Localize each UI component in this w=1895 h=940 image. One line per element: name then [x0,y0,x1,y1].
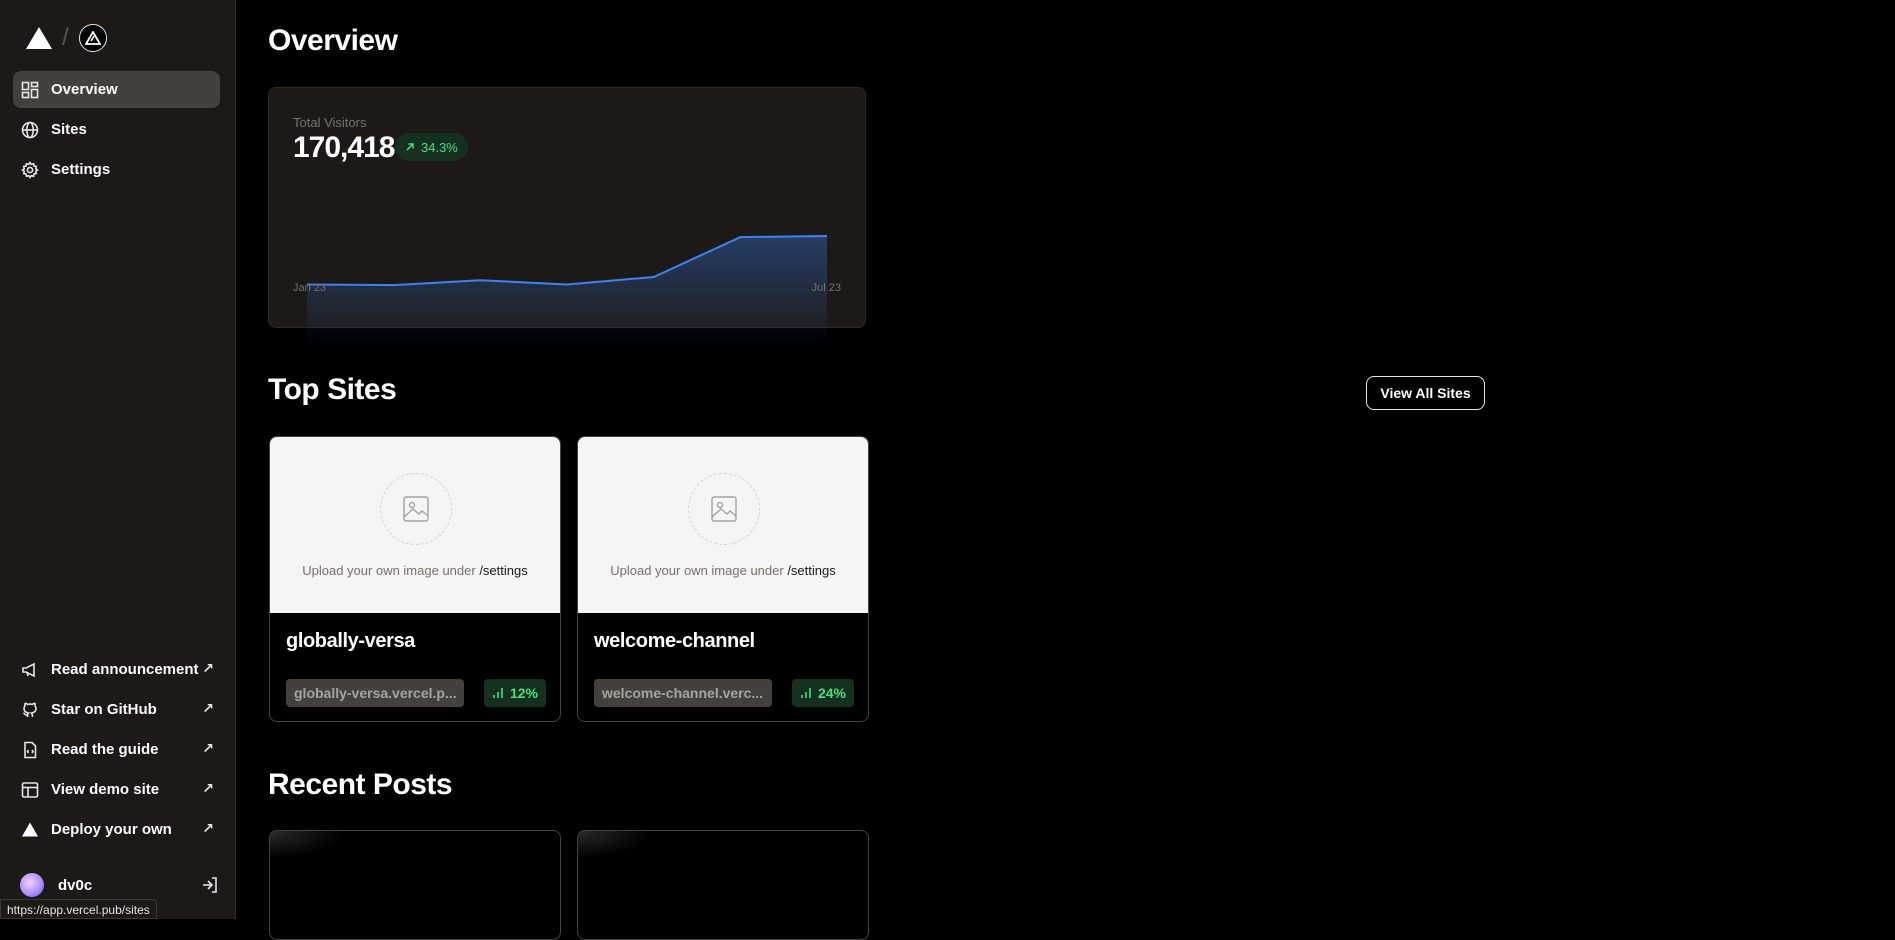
document-icon [21,741,39,759]
vercel-logo-icon[interactable] [26,27,52,49]
site-traffic-value: 24% [818,685,846,701]
section-title-recent-posts: Recent Posts [268,768,452,802]
visitors-area-chart [307,196,827,346]
gear-icon [21,161,39,179]
post-card[interactable] [269,830,561,940]
x-axis-end-label: Jul 23 [812,282,841,294]
megaphone-icon [21,661,39,679]
link-label: Read announcement [51,661,199,678]
chart-area-fill [307,236,827,346]
external-arrow-icon: ↗ [202,780,214,797]
site-url[interactable]: welcome-channel.verc... [594,679,772,707]
link-label: View demo site [51,781,159,798]
sidebar-item-sites[interactable]: Sites [13,111,220,148]
username: dv0c [58,877,92,894]
sidebar-nav: Overview Sites Settings [13,71,220,191]
link-star-github[interactable]: Star on GitHub ↗ [13,691,220,728]
page-title: Overview [268,24,397,58]
user-profile[interactable]: dv0c [20,872,220,898]
link-label: Star on GitHub [51,701,157,718]
dashboard-icon [21,81,39,99]
site-name: globally-versa [286,630,415,653]
avatar[interactable] [20,873,44,897]
placeholder-text: Upload your own image under /settings [270,563,560,578]
x-axis-start-label: Jan 23 [293,282,326,294]
layout-icon [21,781,39,799]
link-label: Read the guide [51,741,159,758]
site-image-placeholder: Upload your own image under /settings [578,437,868,613]
link-read-guide[interactable]: Read the guide ↗ [13,731,220,768]
delta-badge: 34.3% [395,133,468,161]
image-placeholder-icon [380,473,452,545]
site-traffic-value: 12% [510,685,538,701]
globe-icon [21,121,39,139]
external-arrow-icon: ↗ [202,700,214,717]
sidebar-item-settings[interactable]: Settings [13,151,220,188]
link-label: Deploy your own [51,821,172,838]
image-placeholder-icon [688,473,760,545]
vercel-triangle-icon [21,821,39,839]
github-icon [21,701,39,719]
post-card[interactable] [577,830,869,940]
bar-chart-icon [492,687,504,699]
sidebar-item-label: Settings [51,161,110,178]
brand: / [26,24,107,52]
site-traffic-badge[interactable]: 12% [484,679,546,707]
stat-label: Total Visitors [293,115,366,130]
sidebar-item-label: Sites [51,121,87,138]
arrow-up-right-icon [405,142,415,152]
sidebar: / Overview Sites Settings Read announcem… [0,0,236,919]
site-image-placeholder: Upload your own image under /settings [270,437,560,613]
stat-value: 170,418 [293,131,394,165]
sidebar-item-label: Overview [51,81,118,98]
site-traffic-badge[interactable]: 24% [792,679,854,707]
view-all-sites-button[interactable]: View All Sites [1366,376,1485,410]
external-arrow-icon: ↗ [202,740,214,757]
sidebar-item-overview[interactable]: Overview [13,71,220,108]
external-links: Read announcement ↗ Star on GitHub ↗ Rea… [13,651,220,851]
site-name: welcome-channel [594,630,755,653]
site-card[interactable]: Upload your own image under /settings gl… [269,436,561,722]
browser-status-url: https://app.vercel.pub/sites [0,899,157,919]
external-arrow-icon: ↗ [202,820,214,837]
platforms-logo-icon[interactable] [79,24,107,52]
site-url[interactable]: globally-versa.vercel.p... [286,679,464,707]
logout-icon[interactable] [200,875,220,895]
link-read-announcement[interactable]: Read announcement ↗ [13,651,220,688]
placeholder-text: Upload your own image under /settings [578,563,868,578]
visitors-card: Total Visitors 170,418 34.3% Jan 23 Jul … [268,87,866,328]
delta-value: 34.3% [421,140,458,155]
site-card[interactable]: Upload your own image under /settings we… [577,436,869,722]
bar-chart-icon [800,687,812,699]
brand-divider: / [62,24,69,52]
link-view-demo[interactable]: View demo site ↗ [13,771,220,808]
link-deploy-own[interactable]: Deploy your own ↗ [13,811,220,848]
external-arrow-icon: ↗ [202,660,214,677]
section-title-top-sites: Top Sites [268,373,396,407]
